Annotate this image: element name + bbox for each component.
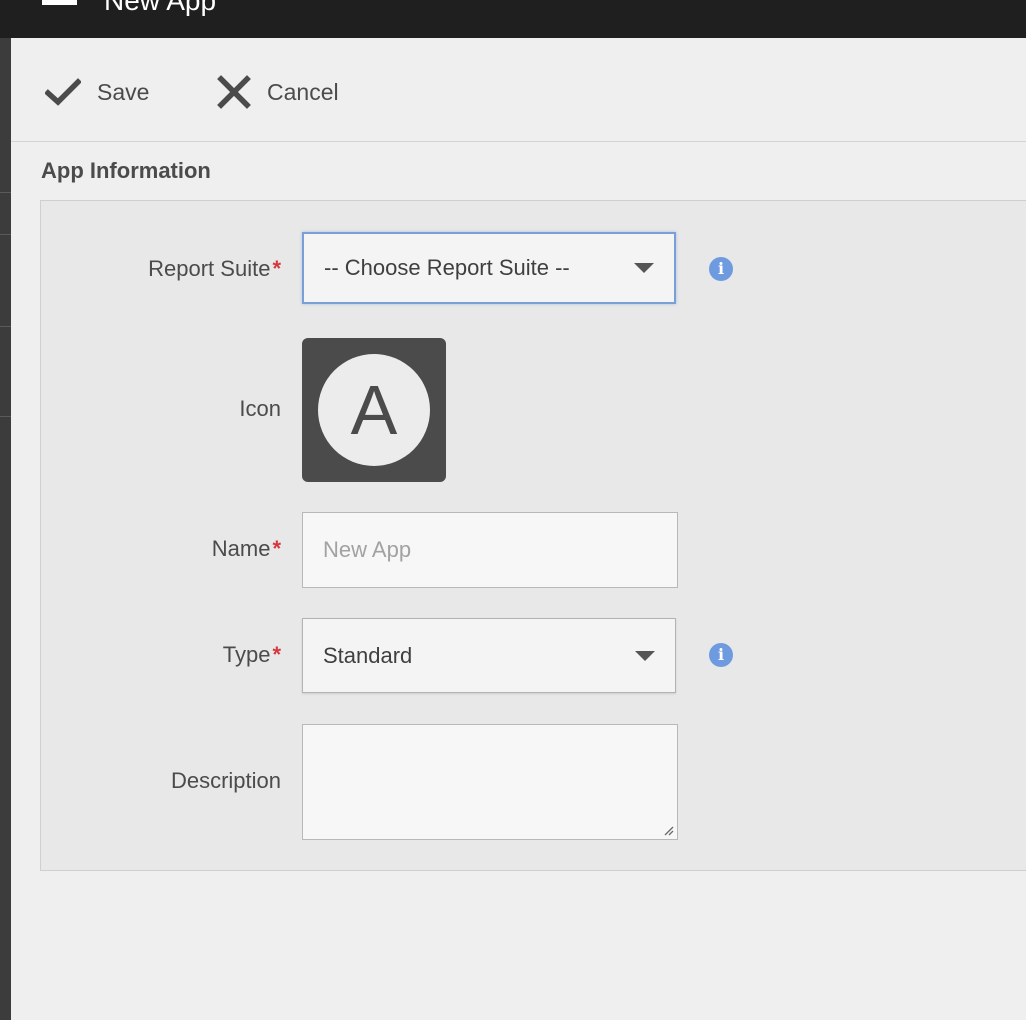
required-marker: *	[272, 536, 281, 561]
required-marker: *	[272, 256, 281, 281]
app-icon-picker[interactable]: A	[302, 338, 446, 482]
type-label: Type*	[222, 642, 281, 667]
section-title: App Information	[41, 158, 211, 183]
app-icon-letter: A	[318, 354, 430, 466]
name-input[interactable]	[302, 512, 678, 588]
type-select[interactable]: Standard	[302, 618, 676, 693]
left-rail	[0, 38, 11, 1020]
close-icon	[217, 75, 251, 109]
checkmark-icon	[45, 78, 81, 106]
report-suite-value: -- Choose Report Suite --	[324, 255, 570, 280]
chevron-down-icon	[634, 263, 654, 273]
report-suite-select[interactable]: -- Choose Report Suite --	[302, 232, 676, 304]
toolbar: Save Cancel	[11, 38, 1026, 142]
info-icon[interactable]: i	[709, 257, 733, 281]
app-information-panel: Report Suite* -- Choose Report Suite -- …	[40, 200, 1026, 871]
menu-icon[interactable]	[42, 0, 77, 8]
cancel-label: Cancel	[267, 78, 339, 105]
report-suite-label: Report Suite*	[148, 256, 281, 281]
description-label: Description	[170, 768, 281, 793]
main-content: Save Cancel App Information Report Suite…	[11, 38, 1026, 1020]
page-title: New App	[104, 0, 217, 16]
description-textarea[interactable]	[302, 724, 678, 840]
required-marker: *	[272, 642, 281, 667]
save-label: Save	[97, 78, 150, 105]
cancel-button[interactable]: Cancel	[217, 74, 339, 110]
info-icon[interactable]: i	[709, 643, 733, 667]
name-label: Name*	[211, 536, 281, 561]
save-button[interactable]: Save	[45, 74, 149, 110]
type-value: Standard	[323, 642, 413, 668]
app-header: New App	[0, 0, 1026, 38]
icon-label: Icon	[239, 396, 281, 421]
resize-handle-icon[interactable]	[662, 824, 674, 836]
chevron-down-icon	[635, 650, 655, 661]
